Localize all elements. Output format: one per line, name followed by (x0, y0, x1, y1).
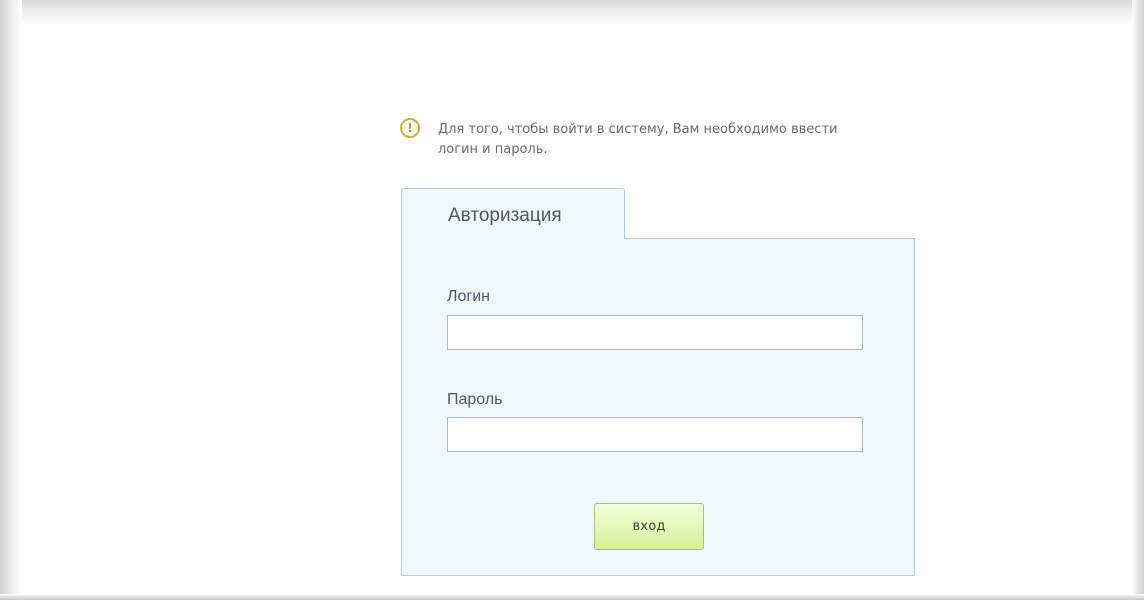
tab-authorization-label: Авторизация (448, 205, 562, 226)
frame-shadow-top (0, 0, 1144, 24)
info-exclamation-icon: ! (400, 118, 420, 138)
login-page: ! Для того, чтобы войти в систему, Вам н… (0, 0, 1144, 600)
tab-authorization[interactable]: Авторизация (401, 188, 625, 239)
login-label: Логин (447, 288, 491, 305)
frame-shadow-left (0, 0, 22, 600)
frame-shadow-bottom (0, 594, 1144, 600)
password-input[interactable] (447, 417, 863, 452)
login-notice-text: Для того, чтобы войти в систему, Вам нео… (438, 122, 838, 157)
login-input[interactable] (447, 315, 863, 350)
password-label: Пароль (447, 391, 503, 408)
login-button[interactable]: вход (594, 503, 704, 550)
frame-shadow-right (1132, 0, 1144, 600)
